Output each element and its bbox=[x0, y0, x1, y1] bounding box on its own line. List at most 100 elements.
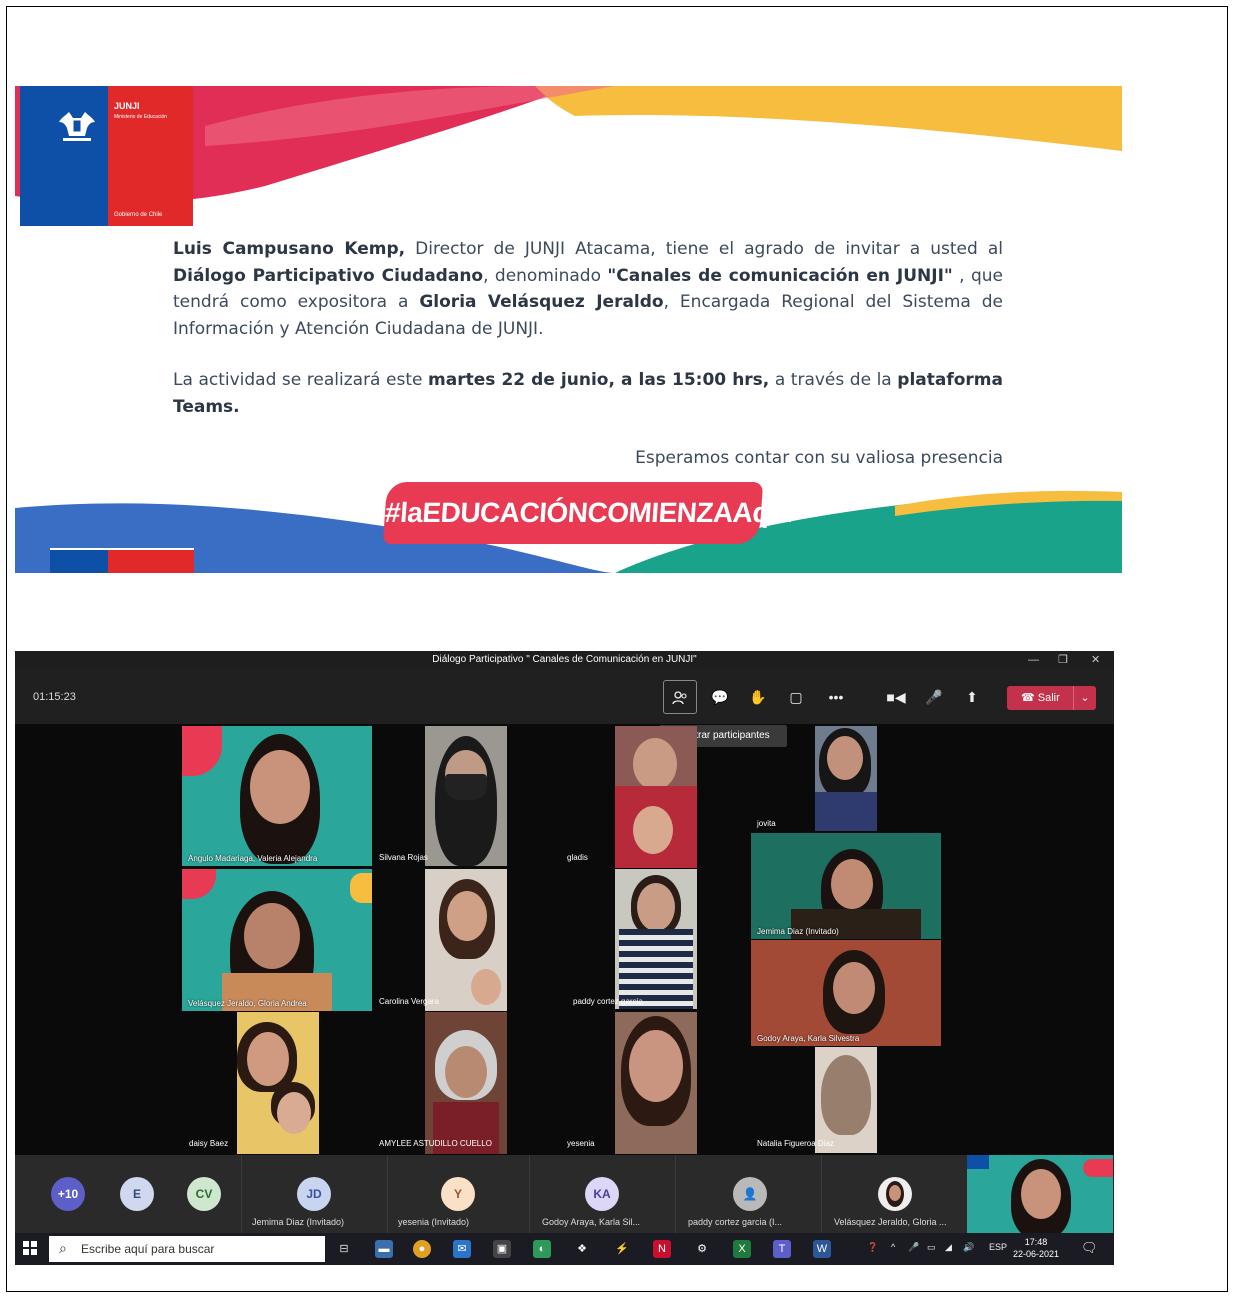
speaker-name: Gloria Velásquez Jeraldo bbox=[419, 292, 664, 312]
guest-avatar-icon: 👤 bbox=[733, 1177, 767, 1211]
roster-item[interactable]: Velásquez Jeraldo, Gloria ... bbox=[821, 1155, 968, 1233]
participants-button[interactable] bbox=[663, 680, 697, 714]
search-placeholder: Escribe aquí para buscar bbox=[81, 1242, 215, 1256]
event-name: Diálogo Participativo Ciudadano bbox=[173, 265, 484, 286]
overflow-avatar[interactable]: +10 bbox=[51, 1177, 85, 1211]
participant-name: Godoy Araya, Karla Silvestra bbox=[757, 1034, 860, 1043]
minimize-icon[interactable]: — bbox=[1028, 651, 1039, 669]
mic-icon: 🎤 bbox=[925, 689, 943, 705]
chat-button[interactable]: 💬 bbox=[703, 680, 737, 714]
self-preview-video[interactable] bbox=[967, 1155, 1113, 1233]
dropbox-icon[interactable]: ❖ bbox=[573, 1240, 591, 1258]
avatar[interactable]: CV bbox=[187, 1177, 221, 1211]
more-button[interactable]: ••• bbox=[819, 680, 853, 714]
video-tile[interactable] bbox=[815, 1047, 877, 1153]
video-tile[interactable] bbox=[425, 726, 507, 866]
video-tile[interactable] bbox=[237, 1012, 319, 1154]
participant-name: Jemima Diaz (Invitado) bbox=[757, 927, 839, 936]
search-icon: ⌕ bbox=[59, 1240, 67, 1256]
more-icon: ••• bbox=[828, 689, 844, 705]
battery-icon: ▭ bbox=[927, 1242, 936, 1252]
store-icon[interactable]: ▣ bbox=[493, 1240, 511, 1258]
avatar: KA bbox=[585, 1177, 619, 1211]
closing-line: Esperamos contar con su valiosa presenci… bbox=[635, 448, 1003, 468]
lightning-icon[interactable]: ⚡ bbox=[613, 1240, 631, 1258]
chevron-down-icon[interactable]: ⌄ bbox=[1073, 686, 1096, 710]
text-run: La actividad se realizará este bbox=[173, 370, 429, 390]
video-tile[interactable] bbox=[425, 1012, 507, 1154]
participant-name: Angulo Madariaga, Valeria Alejandra bbox=[188, 854, 318, 863]
logo-org: JUNJI bbox=[114, 101, 140, 111]
video-tile[interactable] bbox=[615, 1012, 697, 1154]
participant-name: jovita bbox=[757, 819, 776, 828]
task-view-icon[interactable]: ⊟ bbox=[335, 1240, 353, 1258]
mic-button[interactable]: 🎤 bbox=[917, 680, 951, 714]
meeting-timer: 01:15:23 bbox=[33, 691, 76, 703]
logo-ministry: Ministerio de Educación bbox=[114, 114, 168, 120]
windows-taskbar: ⌕ Escribe aquí para buscar ⊟ ▬ ● ✉ ▣ ◐ ❖… bbox=[15, 1233, 1114, 1265]
camera-button[interactable]: ■◀ bbox=[879, 680, 913, 714]
footer-flag bbox=[50, 548, 194, 573]
leave-button[interactable]: ☎ Salir ⌄ bbox=[1007, 686, 1096, 710]
language-indicator[interactable]: ESP bbox=[989, 1242, 1007, 1252]
settings-gear-icon[interactable]: ⚙ bbox=[693, 1240, 711, 1258]
taskbar-clock[interactable]: 17:48 22-06-2021 bbox=[1013, 1236, 1059, 1260]
app-icon[interactable]: ◐ bbox=[533, 1240, 551, 1258]
share-button[interactable]: ⬆ bbox=[955, 680, 989, 714]
windows-start-icon[interactable] bbox=[23, 1241, 37, 1255]
camera-icon: ■◀ bbox=[886, 689, 906, 705]
taskbar-search[interactable]: ⌕ Escribe aquí para buscar bbox=[49, 1236, 325, 1262]
video-tile[interactable]: Godoy Araya, Karla Silvestra bbox=[751, 940, 941, 1046]
roster-name: Velásquez Jeraldo, Gloria ... bbox=[834, 1217, 947, 1227]
participant-name: Velásquez Jeraldo, Gloria Andrea bbox=[188, 999, 307, 1008]
video-tile[interactable] bbox=[615, 726, 697, 868]
leave-label: ☎ Salir bbox=[1021, 692, 1060, 704]
video-tile[interactable]: Velásquez Jeraldo, Gloria Andrea bbox=[182, 869, 372, 1011]
mic-tray-icon: 🎤 bbox=[908, 1242, 920, 1252]
video-tile[interactable]: Jemima Diaz (Invitado) bbox=[751, 833, 941, 939]
invitation-paragraph-1: Luis Campusano Kemp, Director de JUNJI A… bbox=[173, 236, 1003, 342]
roster-item[interactable]: Y yesenia (Invitado) bbox=[387, 1155, 530, 1233]
text-run: a través de la bbox=[769, 370, 898, 390]
avatar: Y bbox=[441, 1177, 475, 1211]
participant-name: gladis bbox=[567, 853, 588, 862]
video-tile[interactable]: Angulo Madariaga, Valeria Alejandra bbox=[182, 726, 372, 866]
mail-icon[interactable]: ✉ bbox=[453, 1240, 471, 1258]
participant-name: Silvana Rojas bbox=[379, 853, 428, 862]
excel-icon[interactable]: X bbox=[733, 1240, 751, 1258]
tray-chevron-icon[interactable]: ^ bbox=[891, 1242, 895, 1252]
clock-time: 17:48 bbox=[1024, 1237, 1048, 1247]
avatar[interactable]: E bbox=[120, 1177, 154, 1211]
volume-icon[interactable]: 🔊 bbox=[963, 1242, 974, 1253]
help-icon[interactable]: ❓ bbox=[867, 1242, 878, 1253]
teams-icon[interactable]: T bbox=[773, 1240, 791, 1258]
video-tile[interactable] bbox=[615, 869, 697, 1009]
director-name: Luis Campusano Kemp, bbox=[173, 239, 406, 259]
chat-icon: 💬 bbox=[711, 689, 729, 705]
video-tile[interactable] bbox=[815, 726, 877, 831]
event-date: martes 22 de junio, a las 15:00 hrs, bbox=[428, 370, 770, 390]
roster-item[interactable]: KA Godoy Araya, Karla Sil... bbox=[529, 1155, 676, 1233]
roster-item[interactable]: JD Jemima Diaz (Invitado) bbox=[241, 1155, 388, 1233]
file-explorer-icon[interactable]: ▬ bbox=[375, 1240, 393, 1258]
avatar: JD bbox=[297, 1177, 331, 1211]
roster-item[interactable]: 👤 paddy cortez garcia (I... bbox=[675, 1155, 822, 1233]
reactions-icon: ✋ bbox=[749, 689, 767, 705]
notifications-icon[interactable]: 🗨 bbox=[1081, 1240, 1098, 1256]
chrome-icon[interactable]: ● bbox=[413, 1240, 431, 1258]
netflix-icon[interactable]: N bbox=[653, 1240, 671, 1258]
reactions-button[interactable]: ✋ bbox=[741, 680, 775, 714]
wifi-icon: ◢ bbox=[945, 1242, 952, 1252]
logo-government: Gobierno de Chile bbox=[114, 212, 163, 218]
maximize-icon[interactable]: ❐ bbox=[1058, 651, 1068, 669]
close-icon[interactable]: ✕ bbox=[1091, 651, 1100, 669]
participant-name: Natalia Figueroa Diaz bbox=[757, 1139, 834, 1148]
video-tile[interactable] bbox=[425, 869, 507, 1011]
participant-roster: +10 E CV JD Jemima Diaz (Invitado) Y yes… bbox=[15, 1155, 1114, 1233]
invitation-text: Luis Campusano Kemp, Director de JUNJI A… bbox=[173, 236, 1003, 497]
word-icon[interactable]: W bbox=[813, 1240, 831, 1258]
meeting-toolbar: 01:15:23 💬 ✋ ▢ ••• ■◀ 🎤 ⬆ ☎ Salir ⌄ bbox=[15, 669, 1114, 724]
event-title: "Canales de comunicación en JUNJI" bbox=[607, 265, 953, 286]
roster-name: Godoy Araya, Karla Sil... bbox=[542, 1217, 641, 1227]
rooms-button[interactable]: ▢ bbox=[779, 680, 813, 714]
